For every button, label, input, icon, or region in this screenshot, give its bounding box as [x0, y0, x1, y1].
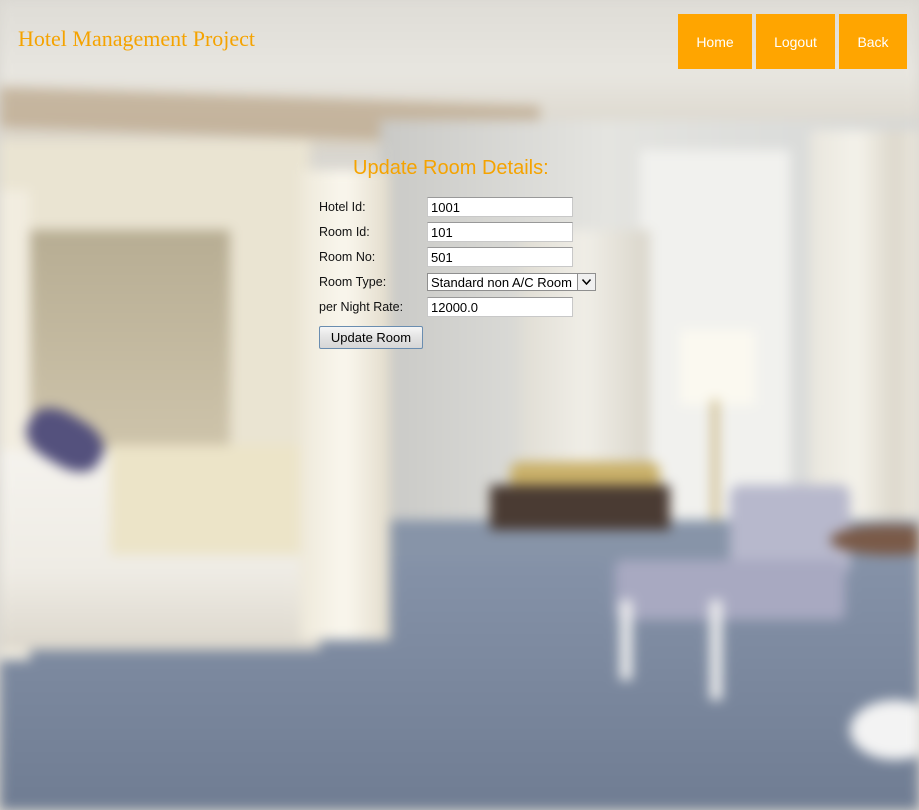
room-id-row: Room Id:	[319, 220, 596, 244]
hotel-id-row: Hotel Id:	[319, 195, 596, 219]
hotel-id-label: Hotel Id:	[319, 200, 366, 214]
background-image	[0, 0, 919, 810]
home-button[interactable]: Home	[678, 14, 752, 69]
logout-button[interactable]: Logout	[756, 14, 835, 69]
rate-label: per Night Rate:	[319, 300, 404, 314]
room-type-label: Room Type:	[319, 275, 387, 289]
room-id-label: Room Id:	[319, 225, 370, 239]
room-no-label: Room No:	[319, 250, 376, 264]
update-room-form: Hotel Id: Room Id: Room No: Room Type: S…	[319, 195, 596, 349]
rate-field[interactable]	[427, 297, 573, 317]
chevron-down-icon[interactable]	[577, 274, 595, 290]
site-title: Hotel Management Project	[18, 26, 256, 51]
top-nav: Home Logout Back	[678, 14, 907, 69]
room-type-row: Room Type: Standard non A/C Room	[319, 270, 596, 294]
update-room-button[interactable]: Update Room	[319, 326, 423, 349]
back-button[interactable]: Back	[839, 14, 907, 69]
room-no-row: Room No:	[319, 245, 596, 269]
form-title: Update Room Details:	[353, 157, 549, 179]
room-no-field[interactable]	[427, 247, 573, 267]
room-id-field[interactable]	[427, 222, 573, 242]
hotel-id-field[interactable]	[427, 197, 573, 217]
rate-row: per Night Rate:	[319, 295, 596, 319]
room-type-select[interactable]: Standard non A/C Room	[427, 273, 596, 291]
room-type-selected: Standard non A/C Room	[431, 274, 572, 290]
